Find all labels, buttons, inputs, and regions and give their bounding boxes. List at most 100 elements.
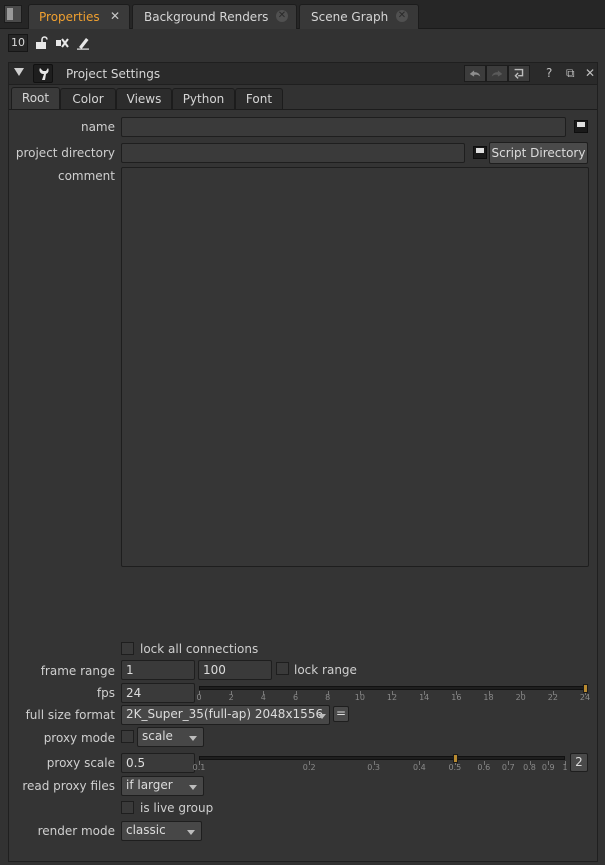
slider-tick-label: 2 xyxy=(228,693,234,702)
panel-tab-bar: Properties ✕ Background Renders ✕ Scene … xyxy=(0,0,605,29)
render-mode-label: render mode xyxy=(37,824,115,838)
lock-icon[interactable] xyxy=(34,36,48,50)
frame-start-field[interactable]: 1 xyxy=(121,660,195,680)
project-directory-label: project directory xyxy=(15,146,115,160)
slider-tick-label: 0 xyxy=(196,693,202,702)
properties-toolbar: 10 xyxy=(0,29,605,59)
proxy-scale-label: proxy scale xyxy=(46,756,115,770)
name-field[interactable] xyxy=(121,117,566,137)
tab-properties-label: Properties xyxy=(39,10,100,24)
tab-scene-graph[interactable]: Scene Graph ✕ xyxy=(299,4,419,29)
wrench-icon[interactable] xyxy=(33,64,53,83)
chevron-down-icon xyxy=(189,785,197,790)
chevron-down-icon xyxy=(187,830,195,835)
slider-tick-label: 0.7 xyxy=(501,763,515,772)
fps-slider[interactable]: 0 2 4 6 8 10 12 14 16 18 20 22 24 xyxy=(196,684,591,704)
folder-icon[interactable] xyxy=(473,146,487,159)
slider-tick-label: 14 xyxy=(419,693,430,702)
slider-tick-label: 0.3 xyxy=(367,763,380,772)
script-directory-button[interactable]: Script Directory xyxy=(489,142,588,164)
is-live-group-checkbox[interactable] xyxy=(121,801,134,814)
tab-properties[interactable]: Properties ✕ xyxy=(28,4,130,29)
project-directory-field[interactable] xyxy=(121,143,465,163)
slider-tick-label: 6 xyxy=(292,693,299,702)
proxy-scale-step-button[interactable]: 2 xyxy=(570,753,588,772)
pencil-icon[interactable] xyxy=(76,36,90,50)
tab-font[interactable]: Font xyxy=(235,88,283,109)
folder-icon[interactable] xyxy=(574,120,588,133)
slider-tick-label: 0.6 xyxy=(477,763,491,772)
frame-end-field[interactable]: 100 xyxy=(198,660,272,680)
tab-root[interactable]: Root xyxy=(11,87,60,109)
render-mode-dropdown[interactable]: classic xyxy=(121,821,202,841)
lock-range-checkbox[interactable] xyxy=(276,662,289,675)
node-tab-bar: Root Color Views Python Font xyxy=(9,87,597,109)
name-label: name xyxy=(80,120,115,134)
slider-tick-label: 1 xyxy=(562,763,568,772)
slider-track[interactable] xyxy=(199,686,585,690)
slider-tick-label: 22 xyxy=(547,693,558,702)
clear-panels-icon[interactable] xyxy=(55,36,69,50)
slider-tick-label: 0.9 xyxy=(541,763,555,772)
node-header: Project Settings ? ⧉ ✕ xyxy=(9,63,597,85)
tab-background-renders-label: Background Renders xyxy=(144,10,269,24)
slider-tick-label: 0.2 xyxy=(302,763,316,772)
slider-tick-label: 8 xyxy=(325,693,331,702)
close-icon[interactable]: ✕ xyxy=(585,66,595,80)
comment-textarea[interactable] xyxy=(121,167,589,567)
undo-button[interactable] xyxy=(464,65,486,82)
slider-tick-label: 0.1 xyxy=(192,763,206,772)
slider-tick-label: 0.5 xyxy=(448,763,462,772)
lock-range-label: lock range xyxy=(294,663,357,677)
read-proxy-files-label: read proxy files xyxy=(22,779,115,793)
slider-tick-label: 20 xyxy=(515,693,526,702)
tab-scene-graph-label: Scene Graph xyxy=(311,10,389,24)
close-icon[interactable]: ✕ xyxy=(276,10,288,22)
redo-button[interactable] xyxy=(486,65,508,82)
revert-button[interactable] xyxy=(508,65,530,82)
proxy-mode-value: scale xyxy=(142,729,173,743)
float-window-icon[interactable]: ⧉ xyxy=(566,66,575,81)
tab-background-renders[interactable]: Background Renders ✕ xyxy=(132,4,297,29)
comment-label: comment xyxy=(57,169,115,183)
chevron-down-icon xyxy=(189,736,197,741)
render-mode-value: classic xyxy=(126,823,166,837)
slider-tick-label: 16 xyxy=(451,693,462,702)
proxy-scale-field[interactable]: 0.5 xyxy=(121,753,195,773)
lock-all-connections-checkbox[interactable] xyxy=(121,642,134,655)
read-proxy-files-value: if larger xyxy=(126,778,173,792)
fps-field[interactable]: 24 xyxy=(121,683,195,703)
proxy-mode-checkbox[interactable] xyxy=(121,730,134,743)
chevron-down-icon xyxy=(318,714,326,719)
close-icon[interactable]: ✕ xyxy=(109,10,121,22)
node-title: Project Settings xyxy=(66,67,161,81)
tab-python[interactable]: Python xyxy=(172,88,235,109)
fps-label: fps xyxy=(96,686,115,700)
tab-color[interactable]: Color xyxy=(60,88,116,109)
slider-tick-label: 10 xyxy=(354,693,365,702)
slider-handle[interactable] xyxy=(583,684,588,693)
lock-all-connections-label: lock all connections xyxy=(140,642,259,656)
slider-tick-label: 12 xyxy=(386,693,398,702)
full-size-format-label: full size format xyxy=(25,708,115,722)
slider-tick-label: 24 xyxy=(579,693,591,702)
frame-range-label: frame range xyxy=(40,664,115,678)
slider-tick-label: 0.4 xyxy=(412,763,426,772)
pane-menu-icon[interactable] xyxy=(4,5,22,23)
tab-views[interactable]: Views xyxy=(116,88,172,109)
full-size-format-dropdown[interactable]: 2K_Super_35(full-ap) 2048x1556 xyxy=(121,705,330,725)
slider-tick-label: 18 xyxy=(483,693,494,702)
format-equals-button[interactable]: = xyxy=(333,706,349,722)
close-icon[interactable]: ✕ xyxy=(396,10,408,22)
max-panels-field[interactable]: 10 xyxy=(8,34,28,52)
slider-tick-label: 4 xyxy=(260,693,266,702)
slider-handle[interactable] xyxy=(452,754,458,763)
proxy-scale-slider[interactable]: 0.1 0.2 0.3 0.4 0.5 0.6 0.7 0.8 0.9 1 xyxy=(193,754,569,774)
is-live-group-label: is live group xyxy=(140,801,214,815)
proxy-mode-label: proxy mode xyxy=(43,731,115,745)
help-icon[interactable]: ? xyxy=(546,66,552,80)
collapse-icon[interactable] xyxy=(14,68,24,76)
read-proxy-files-dropdown[interactable]: if larger xyxy=(121,776,204,796)
proxy-mode-dropdown[interactable]: scale xyxy=(137,727,204,747)
slider-track[interactable] xyxy=(199,756,565,760)
